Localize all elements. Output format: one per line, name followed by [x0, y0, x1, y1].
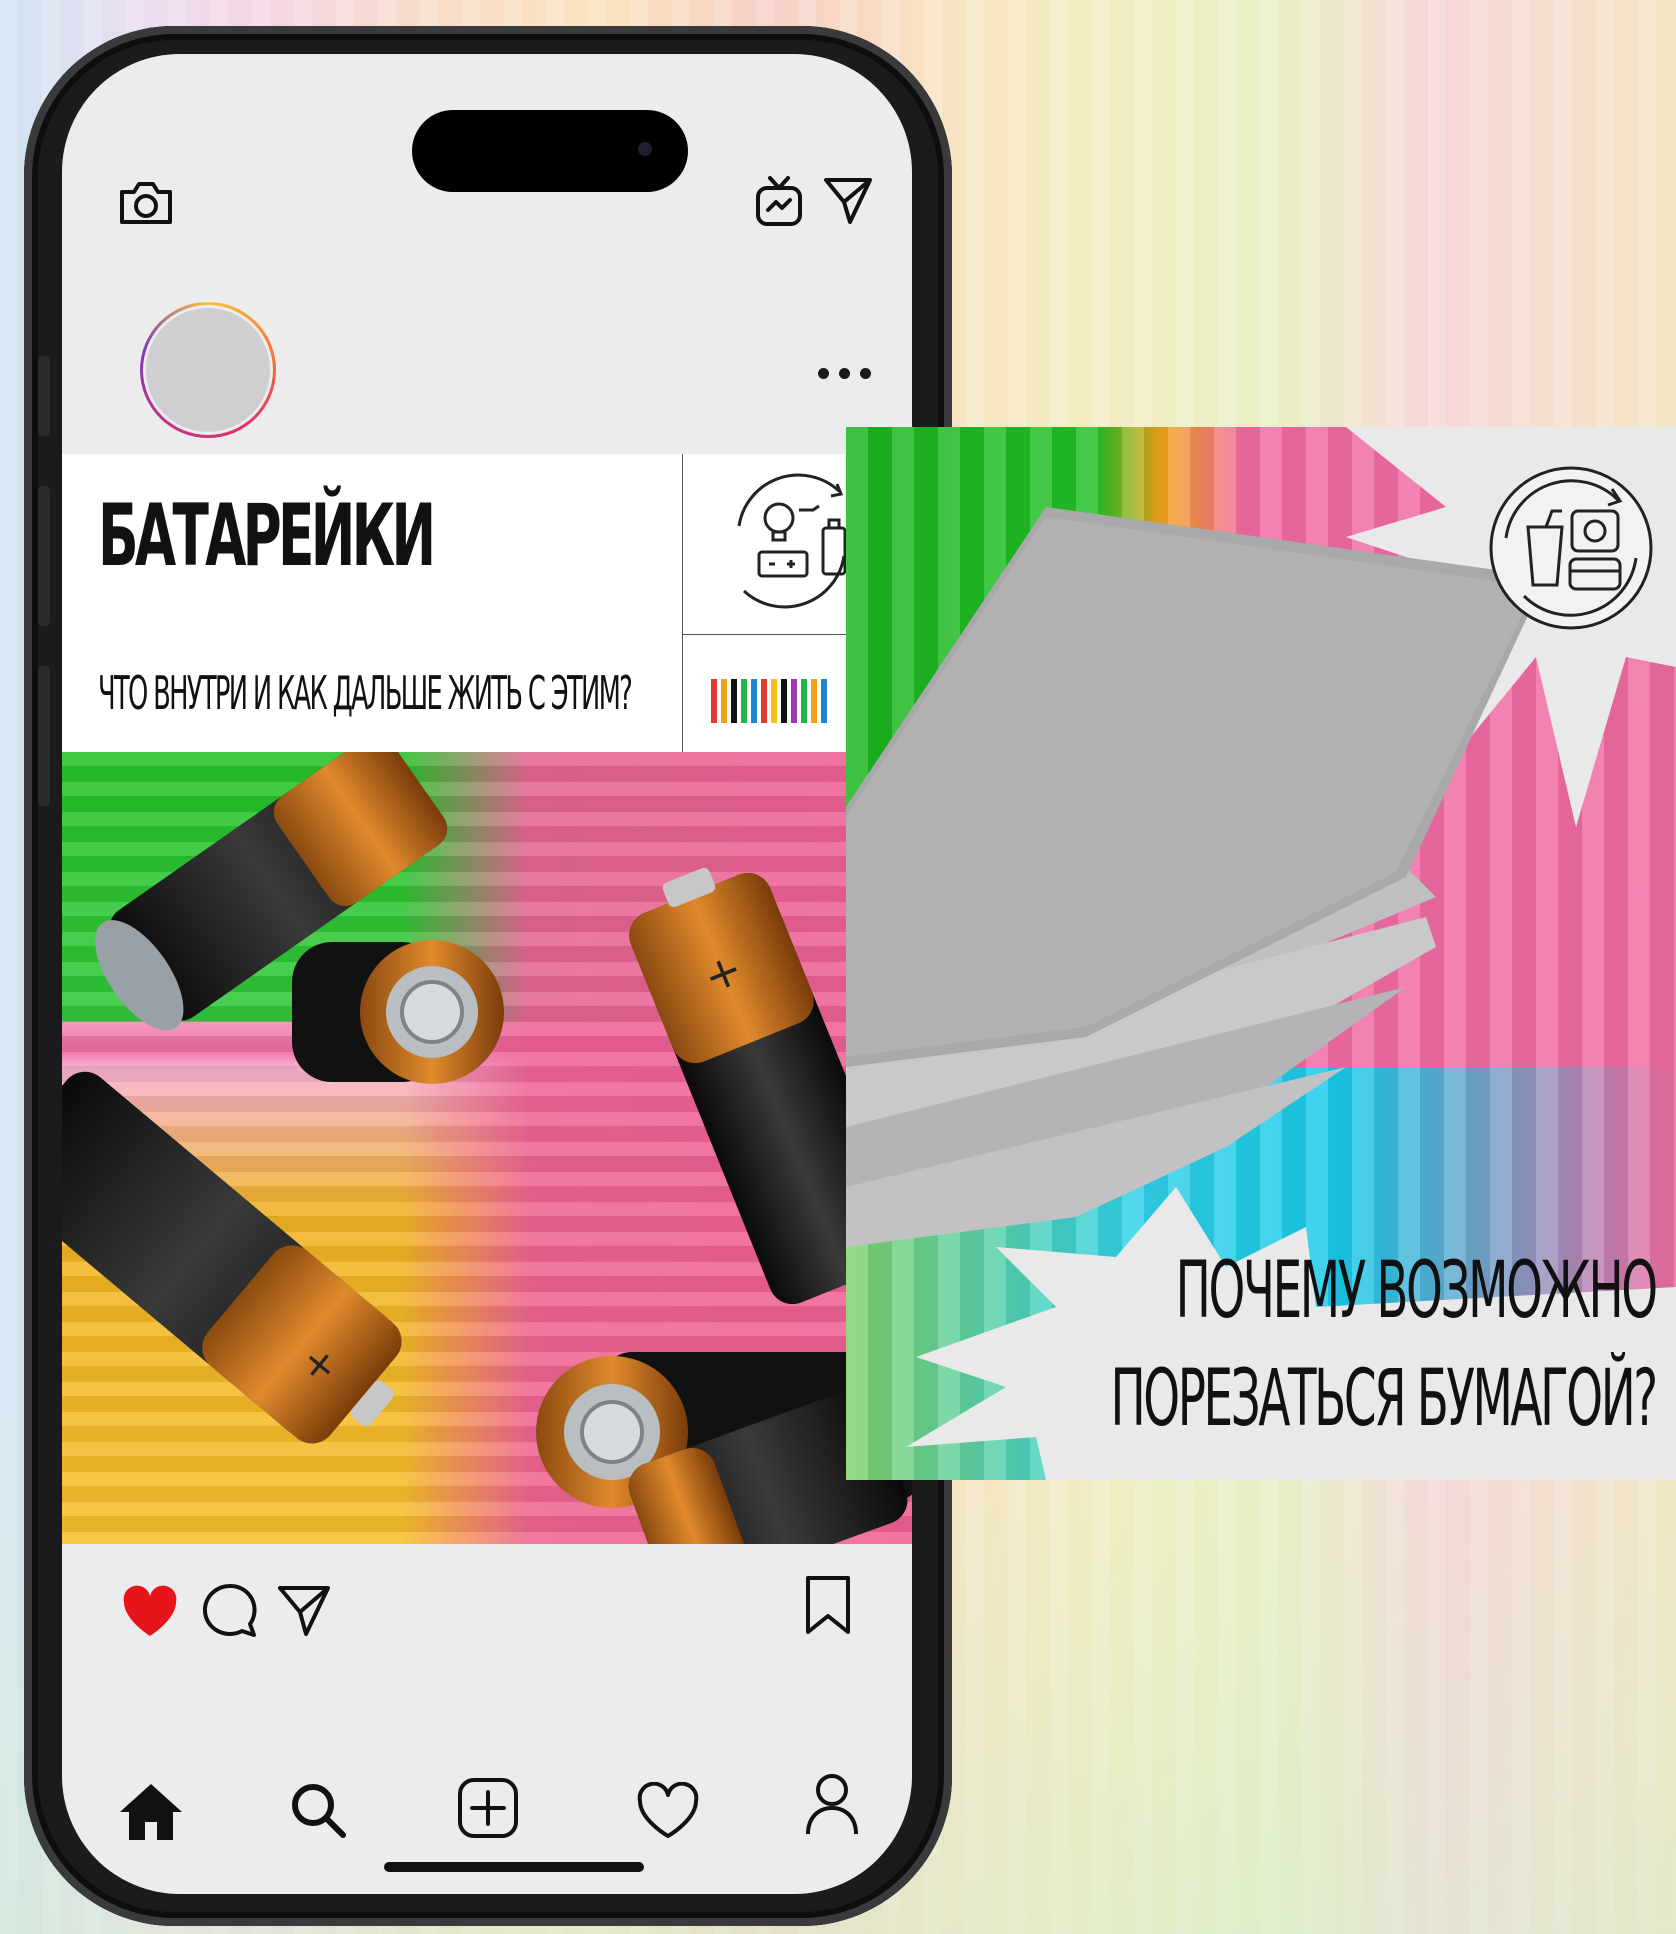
add-post-icon[interactable]	[456, 1776, 520, 1840]
search-icon[interactable]	[288, 1780, 348, 1840]
colored-barcode	[711, 679, 827, 723]
post-actions	[62, 1544, 912, 1664]
phone-screen: БАТАРЕЙКИ ЧТО ВНУТРИ И КАК ДАЛЬШЕ ЖИТЬ С…	[62, 54, 912, 1894]
volume-up-button	[38, 486, 50, 626]
post-subtitle: ЧТО ВНУТРИ И КАК ДАЛЬШЕ ЖИТЬ С ЭТИМ?	[98, 666, 633, 720]
camera-icon[interactable]	[118, 178, 174, 226]
home-icon[interactable]	[118, 1780, 184, 1842]
post-title-box: БАТАРЕЙКИ	[62, 454, 683, 635]
overlay-post-card[interactable]: ПОЧЕМУ ВОЗМОЖНО ПОРЕЗАТЬСЯ БУМАГОЙ?	[846, 427, 1676, 1480]
bookmark-icon[interactable]	[804, 1574, 852, 1636]
share-icon[interactable]	[276, 1582, 332, 1638]
post-photo[interactable]: + +	[62, 752, 912, 1544]
volume-down-button	[38, 666, 50, 806]
batteries-image: + +	[62, 752, 912, 1544]
overlay-headline-line1: ПОЧЕМУ ВОЗМОЖНО	[1175, 1246, 1658, 1336]
profile-avatar[interactable]	[140, 302, 276, 438]
like-heart-icon[interactable]	[120, 1584, 180, 1638]
waste-recycle-icon	[1486, 463, 1656, 633]
activity-heart-icon[interactable]	[636, 1782, 700, 1840]
igtv-icon[interactable]	[754, 174, 804, 228]
post: БАТАРЕЙКИ ЧТО ВНУТРИ И КАК ДАЛЬШЕ ЖИТЬ С…	[62, 454, 912, 1544]
direct-message-icon[interactable]	[822, 174, 874, 226]
post-title: БАТАРЕЙКИ	[98, 486, 436, 586]
post-subtitle-box: ЧТО ВНУТРИ И КАК ДАЛЬШЕ ЖИТЬ С ЭТИМ?	[62, 634, 683, 752]
comment-icon[interactable]	[200, 1582, 258, 1640]
dynamic-island	[412, 110, 688, 192]
overlay-headline-line2: ПОРЕЗАТЬСЯ БУМАГОЙ?	[1110, 1354, 1659, 1444]
home-indicator	[384, 1862, 644, 1872]
overlay-headline: ПОЧЕМУ ВОЗМОЖНО ПОРЕЗАТЬСЯ БУМАГОЙ?	[1110, 1237, 1659, 1453]
more-options-icon[interactable]	[818, 368, 871, 379]
mute-switch	[38, 356, 50, 436]
phone-frame: БАТАРЕЙКИ ЧТО ВНУТРИ И КАК ДАЛЬШЕ ЖИТЬ С…	[24, 26, 952, 1926]
profile-icon[interactable]	[804, 1772, 860, 1838]
